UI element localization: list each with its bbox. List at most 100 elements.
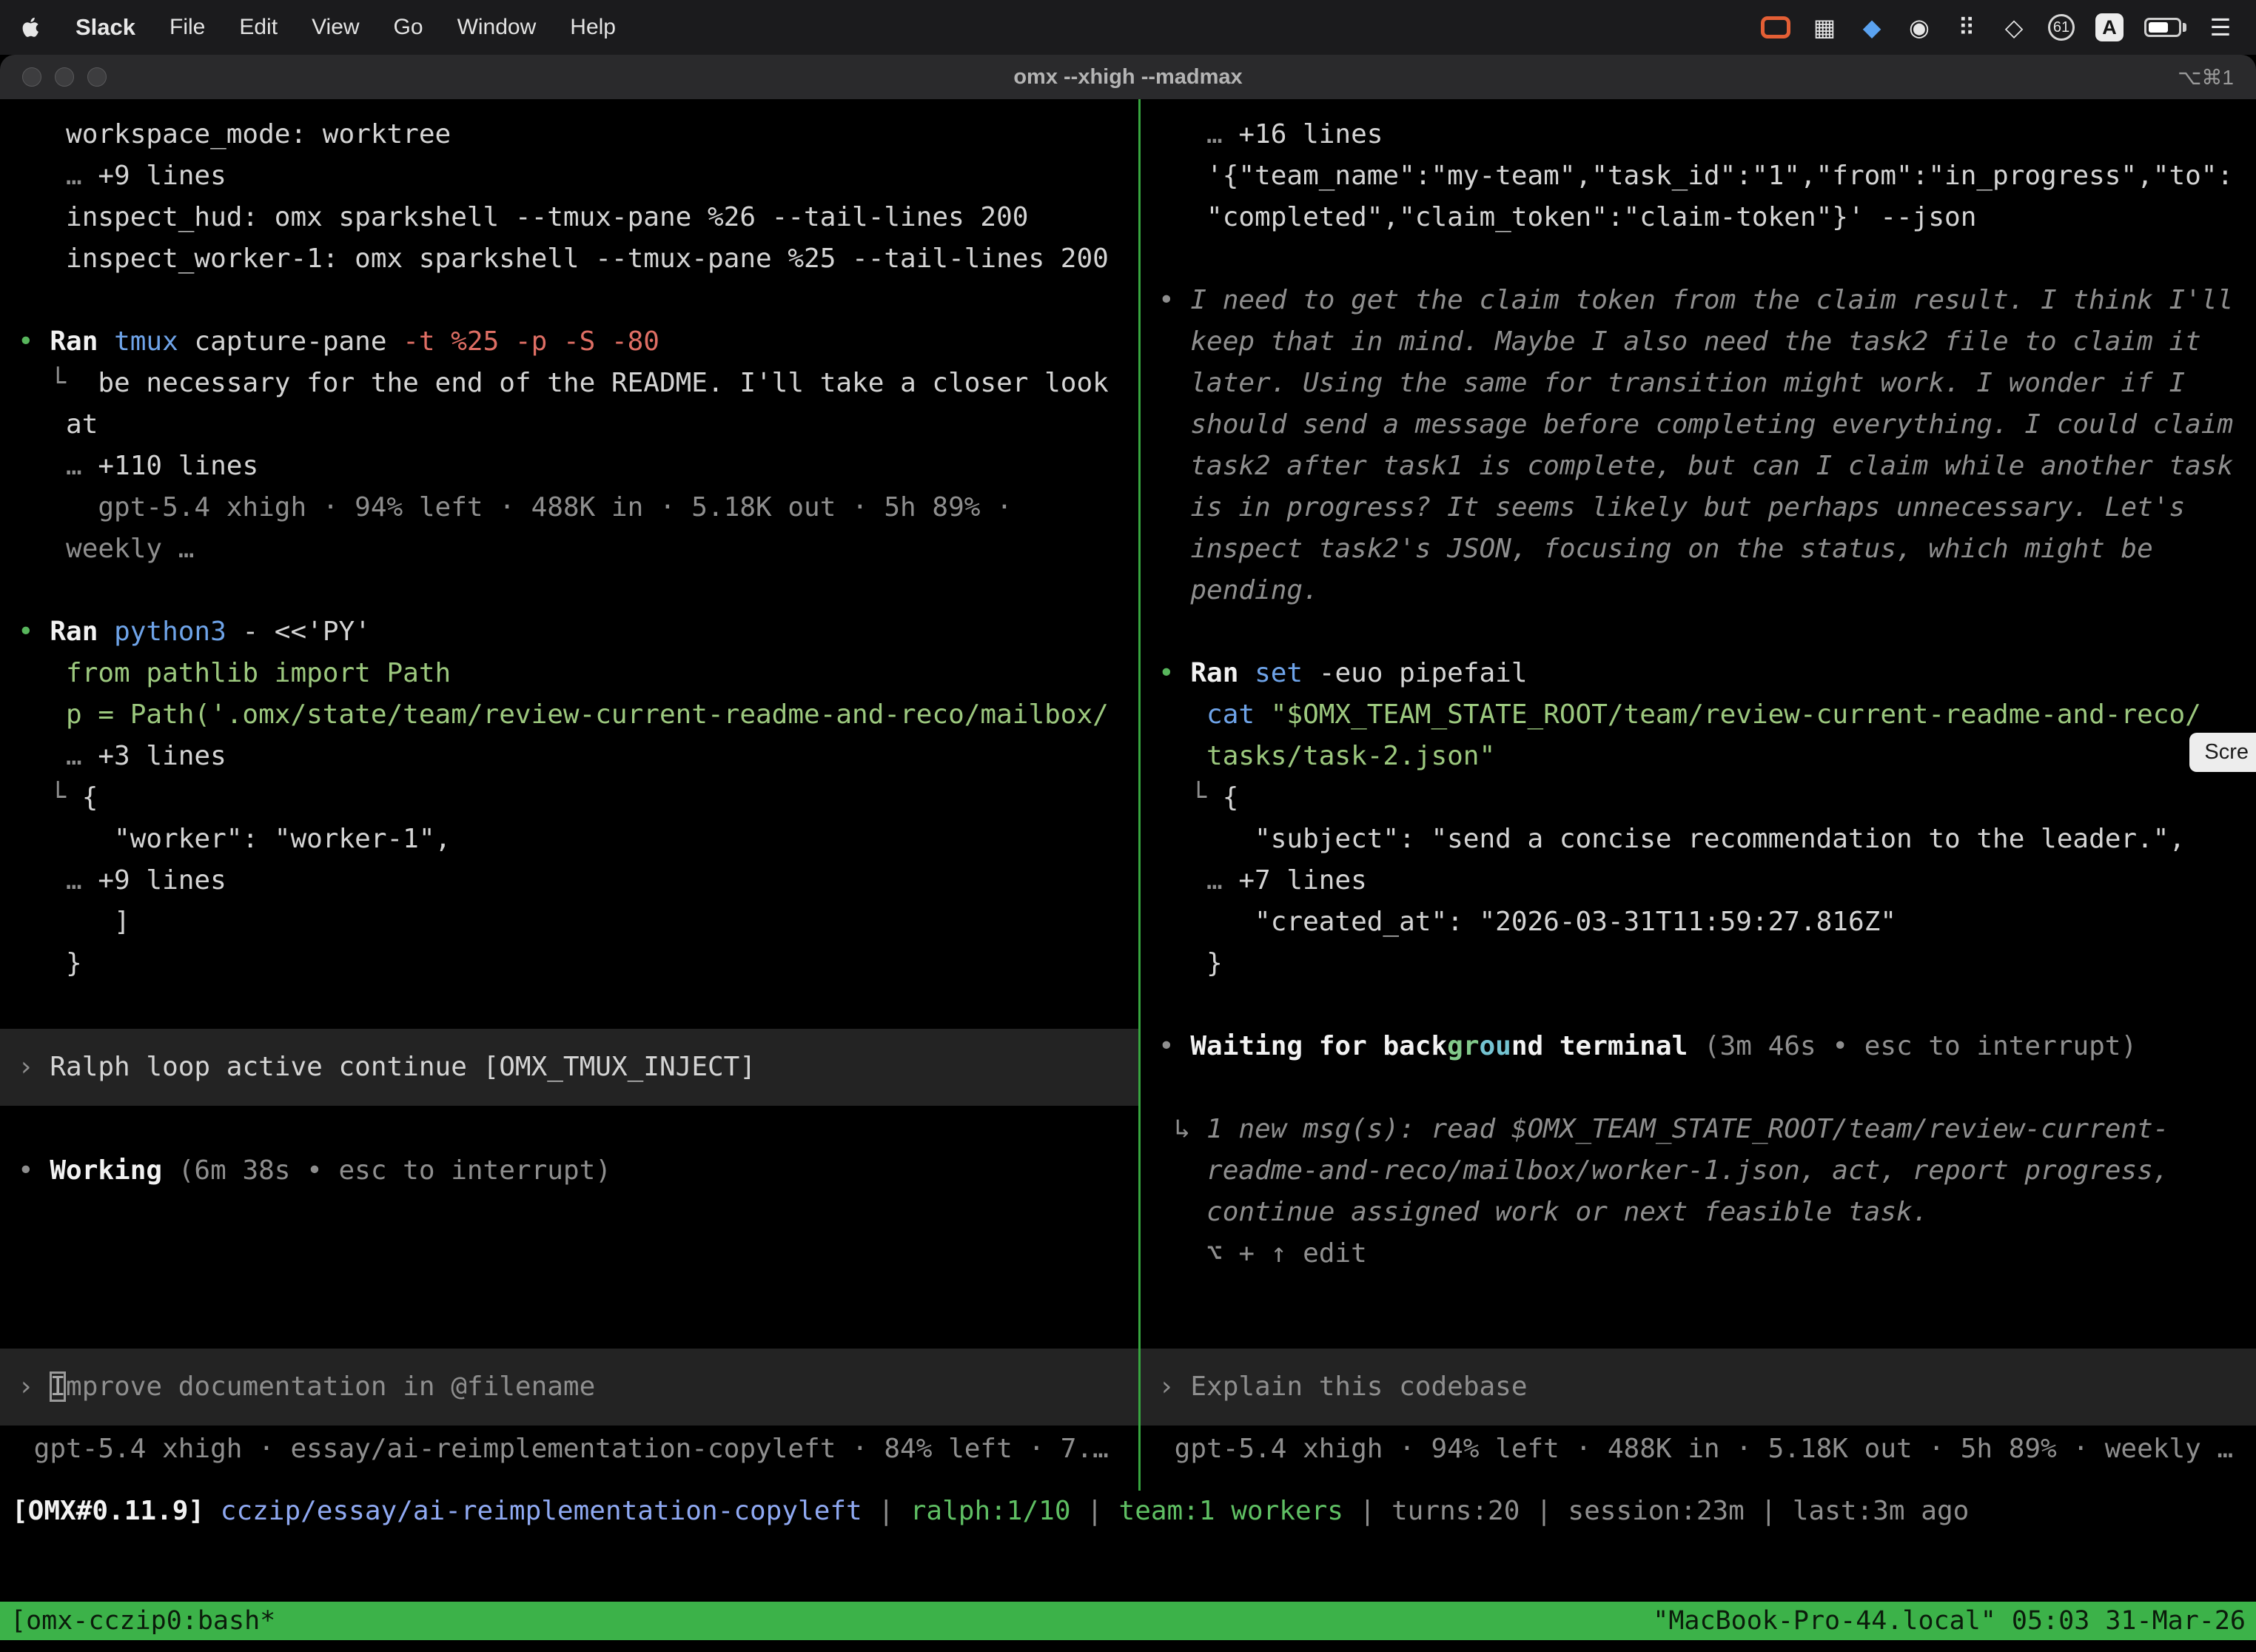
text-segment: +3 lines xyxy=(98,741,226,771)
terminal-line: ] xyxy=(0,901,1138,943)
text-segment: should send a message before completing … xyxy=(1158,409,2233,440)
text-segment: readme-and-reco/mailbox/worker-1.json, a… xyxy=(1158,1155,2169,1186)
text-segment: | xyxy=(862,1496,910,1526)
text-segment: +7 lines xyxy=(1238,865,1366,896)
text-segment: session:23m xyxy=(1568,1496,1744,1526)
omx-status-line: [OMX#0.11.9] cczip/essay/ai-reimplementa… xyxy=(0,1491,2256,1532)
text-segment: inspect task2's JSON, focusing on the st… xyxy=(1158,534,2153,564)
terminal-line: "worker": "worker-1", xyxy=(0,819,1138,860)
text-segment: └ xyxy=(18,782,82,813)
text-segment: | xyxy=(1520,1496,1568,1526)
text-segment: +9 lines xyxy=(98,865,226,896)
zoom-button[interactable] xyxy=(87,67,107,87)
terminal-line: └ { xyxy=(1141,777,2256,819)
terminal-line: inspect_worker-1: omx sparkshell --tmux-… xyxy=(0,238,1138,280)
terminal-line: } xyxy=(0,943,1138,984)
text-segment: ralph:1/10 xyxy=(910,1496,1071,1526)
grid-icon[interactable]: ▦ xyxy=(1811,12,1838,43)
terminal-line: … +3 lines xyxy=(0,736,1138,777)
terminal-line: weekly … xyxy=(0,528,1138,570)
text-segment: tasks/task-2.json" xyxy=(1158,741,1495,771)
text-segment: … xyxy=(1158,119,1238,150)
prompt-input[interactable]: › Improve documentation in @filename xyxy=(0,1349,1138,1426)
dots-grid-icon[interactable]: ⠿ xyxy=(1953,12,1980,43)
terminal-line: from pathlib import Path xyxy=(0,653,1138,694)
text-segment: | xyxy=(1343,1496,1391,1526)
terminal-line: inspect_hud: omx sparkshell --tmux-pane … xyxy=(0,197,1138,238)
input-source-icon[interactable]: A xyxy=(2095,13,2124,41)
blank-line xyxy=(0,280,1138,321)
battery-body xyxy=(2144,18,2181,37)
blank-line xyxy=(1141,984,2256,1026)
terminal-line: gpt-5.4 xhigh · 94% left · 488K in · 5.1… xyxy=(0,487,1138,528)
session-status: gpt-5.4 xhigh · 94% left · 488K in · 5.1… xyxy=(1141,1428,2256,1470)
text-segment: -t %25 -p -S -80 xyxy=(403,326,659,357)
terminal-line: ↳ 1 new msg(s): read $OMX_TEAM_STATE_ROO… xyxy=(1141,1109,2256,1150)
menu-item-window[interactable]: Window xyxy=(457,15,537,40)
text-segment: -euo pipefail xyxy=(1303,658,1527,688)
menu-bar-left: Slack File Edit View Go Window Help xyxy=(22,14,616,41)
right-pane-footer: › Explain this codebase gpt-5.4 xhigh · … xyxy=(1141,1346,2256,1470)
apple-menu-icon[interactable] xyxy=(22,16,41,39)
text-segment: capture-pane xyxy=(194,326,403,357)
prompt-input[interactable]: › Explain this codebase xyxy=(1141,1349,2256,1426)
text-segment: • xyxy=(18,617,50,647)
tmux-status-bar: [omx-cczip0:bash* "MacBook-Pro-44.local"… xyxy=(0,1602,2256,1640)
text-segment: … xyxy=(18,161,98,191)
battery-fill xyxy=(2149,22,2168,33)
menu-item-file[interactable]: File xyxy=(169,15,205,40)
right-pane-scrollback: … +16 lines '{"team_name":"my-team","tas… xyxy=(1141,99,2256,1275)
terminal-line: • Waiting for background terminal (3m 46… xyxy=(1141,1026,2256,1067)
text-segment: from pathlib import Path xyxy=(18,658,451,688)
text-segment: … xyxy=(18,865,98,896)
menu-item-go[interactable]: Go xyxy=(394,15,423,40)
screen-recording-icon[interactable] xyxy=(1761,16,1790,38)
text-segment: later. Using the same for transition mig… xyxy=(1158,368,2185,398)
control-center-icon[interactable]: ☰ xyxy=(2207,12,2234,43)
text-segment: | xyxy=(1071,1496,1119,1526)
terminal-line: "created_at": "2026-03-31T11:59:27.816Z" xyxy=(1141,901,2256,943)
window-shortcut: ⌥⌘1 xyxy=(2178,65,2234,90)
text-segment: Explain this codebase xyxy=(1190,1371,1527,1402)
menu-item-view[interactable]: View xyxy=(312,15,359,40)
apple-logo xyxy=(22,16,41,39)
text-segment: Ran xyxy=(50,617,114,647)
text-segment: Ran xyxy=(1190,658,1255,688)
text-segment: gr xyxy=(1447,1031,1479,1061)
raycast-icon[interactable]: ◆ xyxy=(1859,12,1885,43)
terminal-line: • I need to get the claim token from the… xyxy=(1141,280,2256,321)
blank-line xyxy=(1141,611,2256,653)
close-button[interactable] xyxy=(22,67,41,87)
text-segment: • xyxy=(1158,285,1190,315)
ralph-loop-banner[interactable]: › Ralph loop active continue [OMX_TMUX_I… xyxy=(0,1029,1138,1106)
text-segment: gpt-5.4 xhigh · 94% left · 488K in · 5.1… xyxy=(18,492,1013,523)
app-circle-icon[interactable]: ◉ xyxy=(1906,12,1933,43)
terminal-line: … +9 lines xyxy=(0,860,1138,901)
text-segment: 1 new msg(s): read $OMX_TEAM_STATE_ROOT/… xyxy=(1206,1114,2169,1144)
text-segment: inspect_hud: omx sparkshell --tmux-pane … xyxy=(18,202,1028,232)
text-segment: cczip/essay/ai-reimplementation-copyleft xyxy=(221,1496,862,1526)
text-segment: Waiting for back xyxy=(1190,1031,1447,1061)
tmux-session-label: [omx-cczip0:bash* xyxy=(10,1606,275,1636)
left-pane[interactable]: workspace_mode: worktree … +9 lines insp… xyxy=(0,99,1138,1491)
screen: Slack File Edit View Go Window Help ▦ ◆ ◉ ⠿ ◇ 61 A ☰… xyxy=(0,0,2256,1652)
window-title-bar[interactable]: omx --xhigh --madmax ⌥⌘1 xyxy=(0,55,2256,99)
badge-61-icon[interactable]: 61 xyxy=(2048,14,2075,41)
terminal-line: pending. xyxy=(1141,570,2256,611)
text-segment: { xyxy=(82,782,98,813)
text-segment: "worker": "worker-1", xyxy=(18,824,451,854)
text-segment: gpt-5.4 xhigh · 94% left · 488K in · 5.1… xyxy=(1158,1434,2233,1464)
text-segment: • xyxy=(1158,658,1190,688)
minimize-button[interactable] xyxy=(55,67,74,87)
menu-item-help[interactable]: Help xyxy=(570,15,616,40)
text-segment: "completed","claim_token":"claim-token"}… xyxy=(1158,202,1976,232)
app-menu-slack[interactable]: Slack xyxy=(75,14,135,41)
utility-icon[interactable]: ◇ xyxy=(2001,12,2027,43)
right-pane[interactable]: … +16 lines '{"team_name":"my-team","tas… xyxy=(1141,99,2256,1491)
text-segment: … xyxy=(1158,865,1238,896)
battery-icon[interactable] xyxy=(2144,12,2186,43)
text-segment xyxy=(1158,699,1206,730)
menu-items: File Edit View Go Window Help xyxy=(169,15,616,40)
menu-item-edit[interactable]: Edit xyxy=(239,15,278,40)
text-segment: mprove documentation in @filename xyxy=(66,1371,595,1402)
